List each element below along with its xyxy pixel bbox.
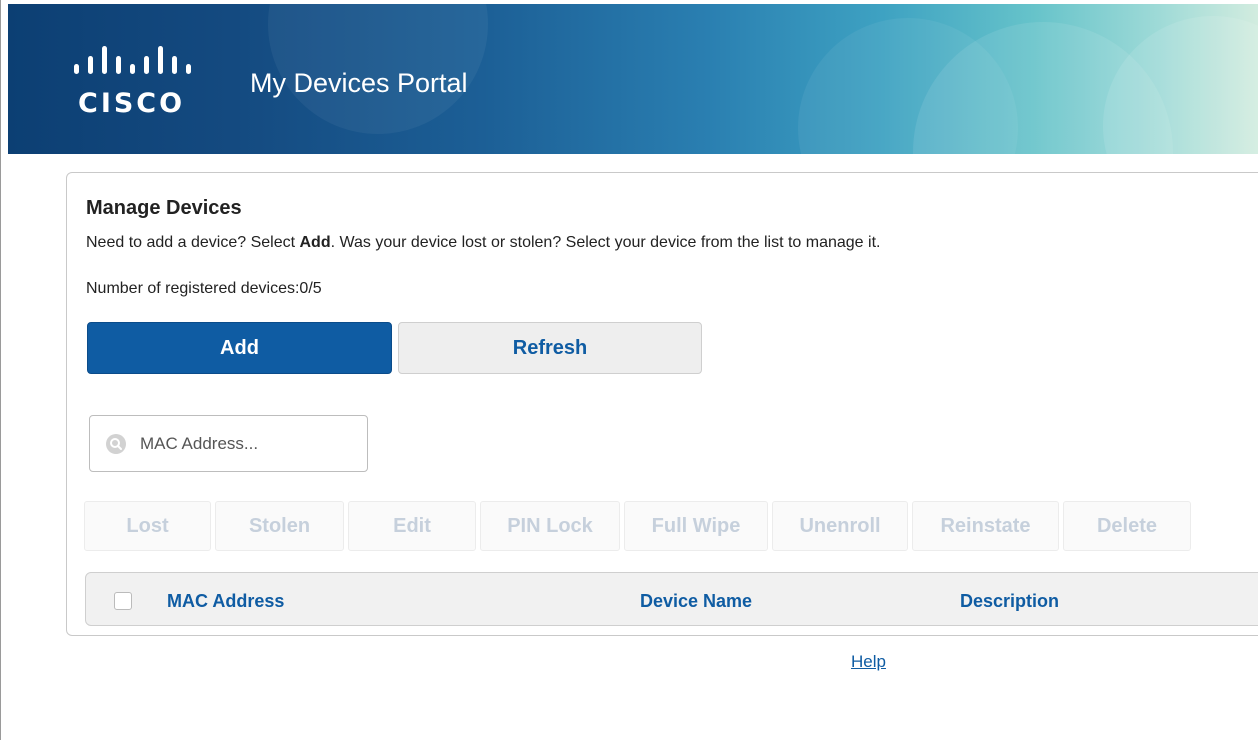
search-icon (106, 434, 126, 454)
unenroll-button[interactable]: Unenroll (772, 501, 908, 551)
registered-devices-count: Number of registered devices:0/5 (86, 280, 322, 297)
delete-button[interactable]: Delete (1063, 501, 1191, 551)
page: CISCO My Devices Portal Manage Devices N… (0, 0, 1258, 740)
pin-lock-button[interactable]: PIN Lock (480, 501, 620, 551)
select-all-checkbox[interactable] (114, 592, 132, 610)
panel-title: Manage Devices (86, 197, 242, 219)
column-description[interactable]: Description (960, 591, 1059, 612)
left-divider (0, 0, 1, 740)
portal-title: My Devices Portal (250, 68, 468, 98)
add-button[interactable]: Add (87, 322, 392, 374)
description-prefix: Need to add a device? Select (86, 234, 300, 251)
edit-button[interactable]: Edit (348, 501, 476, 551)
devices-table-header: MAC Address Device Name Description (85, 572, 1258, 626)
mac-search-box (89, 415, 368, 472)
portal-header: CISCO My Devices Portal (8, 4, 1258, 154)
stolen-button[interactable]: Stolen (215, 501, 344, 551)
lost-button[interactable]: Lost (84, 501, 211, 551)
cisco-logo: CISCO (72, 42, 214, 122)
help-link[interactable]: Help (851, 652, 886, 672)
cisco-wordmark: CISCO (78, 88, 186, 119)
column-device-name[interactable]: Device Name (640, 591, 752, 612)
column-mac-address[interactable]: MAC Address (167, 591, 284, 612)
panel-description: Need to add a device? Select Add. Was yo… (86, 234, 880, 252)
full-wipe-button[interactable]: Full Wipe (624, 501, 768, 551)
description-add-keyword: Add (299, 234, 331, 251)
description-suffix: . Was your device lost or stolen? Select… (330, 234, 881, 251)
cisco-bars-icon (74, 46, 191, 74)
refresh-button[interactable]: Refresh (398, 322, 702, 374)
mac-address-search-input[interactable] (138, 430, 358, 458)
header-decoration (1103, 16, 1258, 154)
reinstate-button[interactable]: Reinstate (912, 501, 1059, 551)
